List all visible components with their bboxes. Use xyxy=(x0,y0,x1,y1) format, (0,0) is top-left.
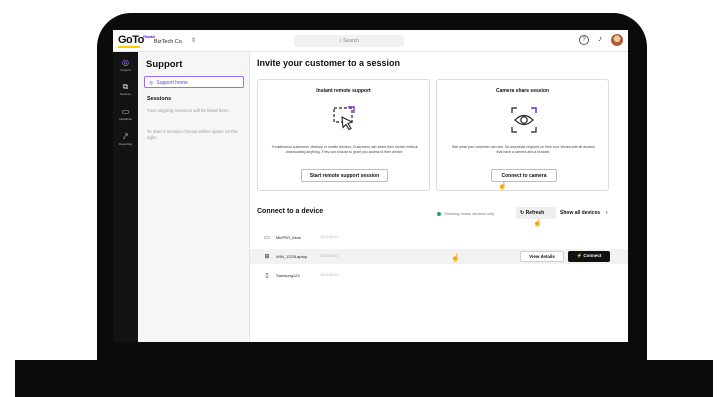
connect-to-camera-button[interactable]: Connect to camera xyxy=(491,169,557,182)
rail-label-reporting: Reporting xyxy=(118,142,132,146)
avatar[interactable] xyxy=(611,34,623,46)
rail-item-reporting[interactable]: ⤤ Reporting xyxy=(113,132,138,146)
page-title: Invite your customer to a session xyxy=(257,58,401,68)
help-icon[interactable]: ? xyxy=(579,35,589,45)
logo-underline xyxy=(118,46,140,48)
connect-label: Connect xyxy=(583,253,602,258)
device-ip: 112.134.0.1 xyxy=(320,273,339,277)
sessions-empty-text: Your ongoing sessions will be listed her… xyxy=(147,108,230,113)
company-name: BizTech Co. xyxy=(154,39,184,45)
device-name: WIN_1223Laptop xyxy=(276,254,308,259)
support-home-item[interactable]: ◎ Support home xyxy=(144,76,244,88)
company-switcher[interactable]: BizTech Co. ⇕ xyxy=(148,34,200,48)
start-remote-support-button[interactable]: Start remote support session xyxy=(301,169,388,182)
refresh-button[interactable]: ↻ Refresh xyxy=(516,207,556,219)
rail-label-support: Support xyxy=(120,68,131,72)
device-ip: 112.134.0.1 xyxy=(320,254,339,258)
notifications-icon[interactable]: ♪ xyxy=(595,35,605,45)
card-description: Troubleshoot customers' desktop or mobil… xyxy=(271,145,418,154)
device-name: Samsung123 xyxy=(276,273,300,278)
camera-share-card: Camera share session See what your custo… xyxy=(436,79,609,191)
rail-item-support[interactable]: ◎ Support xyxy=(113,58,138,72)
online-filter-status: Showing online devices only xyxy=(437,211,494,216)
sessions-hint-text: To start a session choose either option … xyxy=(147,129,238,140)
rail-item-helpdesk[interactable]: ▭ Helpdesk xyxy=(113,107,138,121)
laptop-base xyxy=(15,360,713,397)
reporting-icon: ⤤ xyxy=(123,132,128,141)
search-input[interactable]: ⌕ Search xyxy=(294,35,404,47)
hand-cursor-icon: ☝ xyxy=(451,255,460,262)
device-row[interactable]: ⊞ WIN_1223Laptop 112.134.0.1 ☝ View deta… xyxy=(250,249,628,264)
support-sidebar: Support ◎ Support home Sessions Your ongo… xyxy=(138,52,250,342)
sessions-title: Sessions xyxy=(147,96,172,102)
support-home-icon: ◎ xyxy=(149,80,154,86)
connect-device-title: Connect to a device xyxy=(257,208,324,215)
hand-cursor-icon: ☝ xyxy=(498,183,507,190)
main-content: Invite your customer to a session Instan… xyxy=(250,52,628,342)
chevron-right-icon: › xyxy=(606,210,608,216)
online-filter-text: Showing online devices only xyxy=(444,211,495,216)
left-rail: ◎ Support ⧉ Devices ▭ Helpdesk ⤤ Reporti… xyxy=(113,52,138,342)
rail-label-devices: Devices xyxy=(120,92,131,96)
laptop-mockup: GoTo Resolve BizTech Co. ⇕ ⌕ Search ? ♪ … xyxy=(0,0,725,397)
devices-icon: ⧉ xyxy=(122,82,129,91)
hand-cursor-icon: ☝ xyxy=(533,220,542,227)
connect-button[interactable]: ⚡ Connect xyxy=(568,251,610,262)
logo-text: GoTo xyxy=(118,34,144,46)
search-placeholder: Search xyxy=(343,38,360,44)
instant-support-card: Instant remote support Troubleshoot cust… xyxy=(257,79,430,191)
device-name: MkPRO_Mom xyxy=(276,235,302,240)
windows-icon: ⊞ xyxy=(264,254,270,260)
top-icons: ? ♪ xyxy=(579,34,623,46)
monitor-icon: ▭ xyxy=(264,235,270,241)
goto-logo[interactable]: GoTo Resolve xyxy=(118,34,155,46)
card-title: Instant remote support xyxy=(316,88,371,94)
top-bar: GoTo Resolve BizTech Co. ⇕ ⌕ Search ? ♪ xyxy=(113,30,628,52)
support-home-label: Support home xyxy=(156,80,188,86)
view-details-button[interactable]: View details xyxy=(520,251,564,262)
card-description: See what your customer can see. No downl… xyxy=(452,145,595,154)
online-dot-icon xyxy=(437,211,441,216)
rail-label-helpdesk: Helpdesk xyxy=(119,117,132,121)
app-screen: GoTo Resolve BizTech Co. ⇕ ⌕ Search ? ♪ … xyxy=(113,30,628,342)
show-all-devices-link[interactable]: Show all devices › xyxy=(560,210,608,216)
card-title: Camera share session xyxy=(495,88,550,94)
helpdesk-icon: ▭ xyxy=(121,107,130,116)
chevron-updown-icon: ⇕ xyxy=(190,38,196,44)
screen-cursor-icon xyxy=(333,106,355,131)
refresh-label: Refresh xyxy=(525,210,545,216)
rail-item-devices[interactable]: ⧉ Devices xyxy=(113,82,138,96)
support-icon: ◎ xyxy=(122,58,129,67)
device-row[interactable]: ▭ MkPRO_Mom 112.134.0.1 xyxy=(250,230,628,245)
camera-eye-icon xyxy=(511,107,537,133)
device-row[interactable]: ▯ Samsung123 112.134.0.1 xyxy=(250,268,628,283)
show-all-label: Show all devices xyxy=(560,210,601,216)
sidebar-title: Support xyxy=(146,59,183,70)
phone-icon: ▯ xyxy=(265,273,269,279)
device-ip: 112.134.0.1 xyxy=(320,235,339,239)
